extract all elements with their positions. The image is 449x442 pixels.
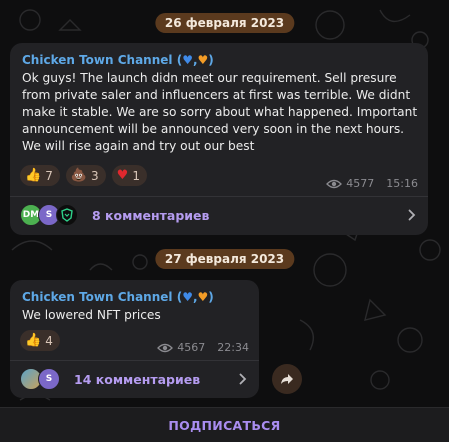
comments-count: 14 комментариев <box>74 371 201 387</box>
blue-heart-icon: ♥ <box>182 290 193 304</box>
date-separator: 27 февраля 2023 <box>154 249 295 269</box>
reaction-count: 7 <box>45 168 53 183</box>
avatar: S <box>38 368 60 390</box>
post-text: Ok guys! The launch didn meet our requir… <box>22 71 418 153</box>
post-meta: 4577 15:16 <box>326 177 418 190</box>
poop-icon: 💩 <box>70 168 88 183</box>
post-text: We lowered NFT prices <box>22 308 161 322</box>
chevron-right-icon <box>239 373 247 385</box>
share-button[interactable] <box>272 364 302 394</box>
orange-heart-icon: ♥ <box>197 53 209 67</box>
reaction-count: 3 <box>91 168 99 183</box>
subscribe-button[interactable]: ПОДПИСАТЬСЯ <box>168 418 280 433</box>
reaction-thumbs-up[interactable]: 👍 7 <box>20 165 60 186</box>
post-time: 15:16 <box>386 177 418 190</box>
eye-icon <box>326 179 343 188</box>
post-meta: 4567 22:34 <box>157 341 249 354</box>
channel-post: Chicken Town Channel (♥,♥) Ok guys! The … <box>10 43 428 235</box>
comments-button[interactable]: S 14 комментариев <box>10 360 259 398</box>
thumbs-up-icon: 👍 <box>25 168 42 183</box>
post-time: 22:34 <box>217 341 249 354</box>
commenter-avatars: DM S <box>20 204 82 226</box>
date-separator: 26 февраля 2023 <box>154 13 295 33</box>
reaction-count: 1 <box>132 168 140 183</box>
post-author[interactable]: Chicken Town Channel (♥,♥) <box>22 53 214 67</box>
subscribe-bar: ПОДПИСАТЬСЯ <box>0 407 449 442</box>
avatar <box>56 204 78 226</box>
author-name: Chicken Town Channel ( <box>22 290 183 304</box>
reactions-bar: 👍 7 💩 3 ♥ 1 <box>20 165 147 186</box>
channel-post: Chicken Town Channel (♥,♥) We lowered NF… <box>10 280 259 398</box>
reaction-poop[interactable]: 💩 3 <box>65 165 106 186</box>
commenter-avatars: S <box>20 368 64 390</box>
author-name: Chicken Town Channel ( <box>22 53 183 67</box>
red-heart-icon: ♥ <box>116 168 129 183</box>
orange-heart-icon: ♥ <box>197 290 209 304</box>
chevron-right-icon <box>408 209 416 221</box>
view-count: 4577 <box>346 177 375 190</box>
thumbs-up-icon: 👍 <box>25 333 42 348</box>
eye-icon <box>157 343 174 352</box>
reaction-count: 4 <box>45 333 53 348</box>
comments-button[interactable]: DM S 8 комментариев <box>10 196 428 234</box>
reaction-heart[interactable]: ♥ 1 <box>111 165 147 186</box>
view-count: 4567 <box>177 341 206 354</box>
blue-heart-icon: ♥ <box>182 53 193 67</box>
forward-arrow-icon <box>281 374 293 384</box>
post-author[interactable]: Chicken Town Channel (♥,♥) <box>22 290 214 304</box>
reaction-thumbs-up[interactable]: 👍 4 <box>20 330 60 351</box>
comments-count: 8 комментариев <box>92 207 210 223</box>
reactions-bar: 👍 4 <box>20 330 60 351</box>
logo-icon <box>61 208 73 222</box>
